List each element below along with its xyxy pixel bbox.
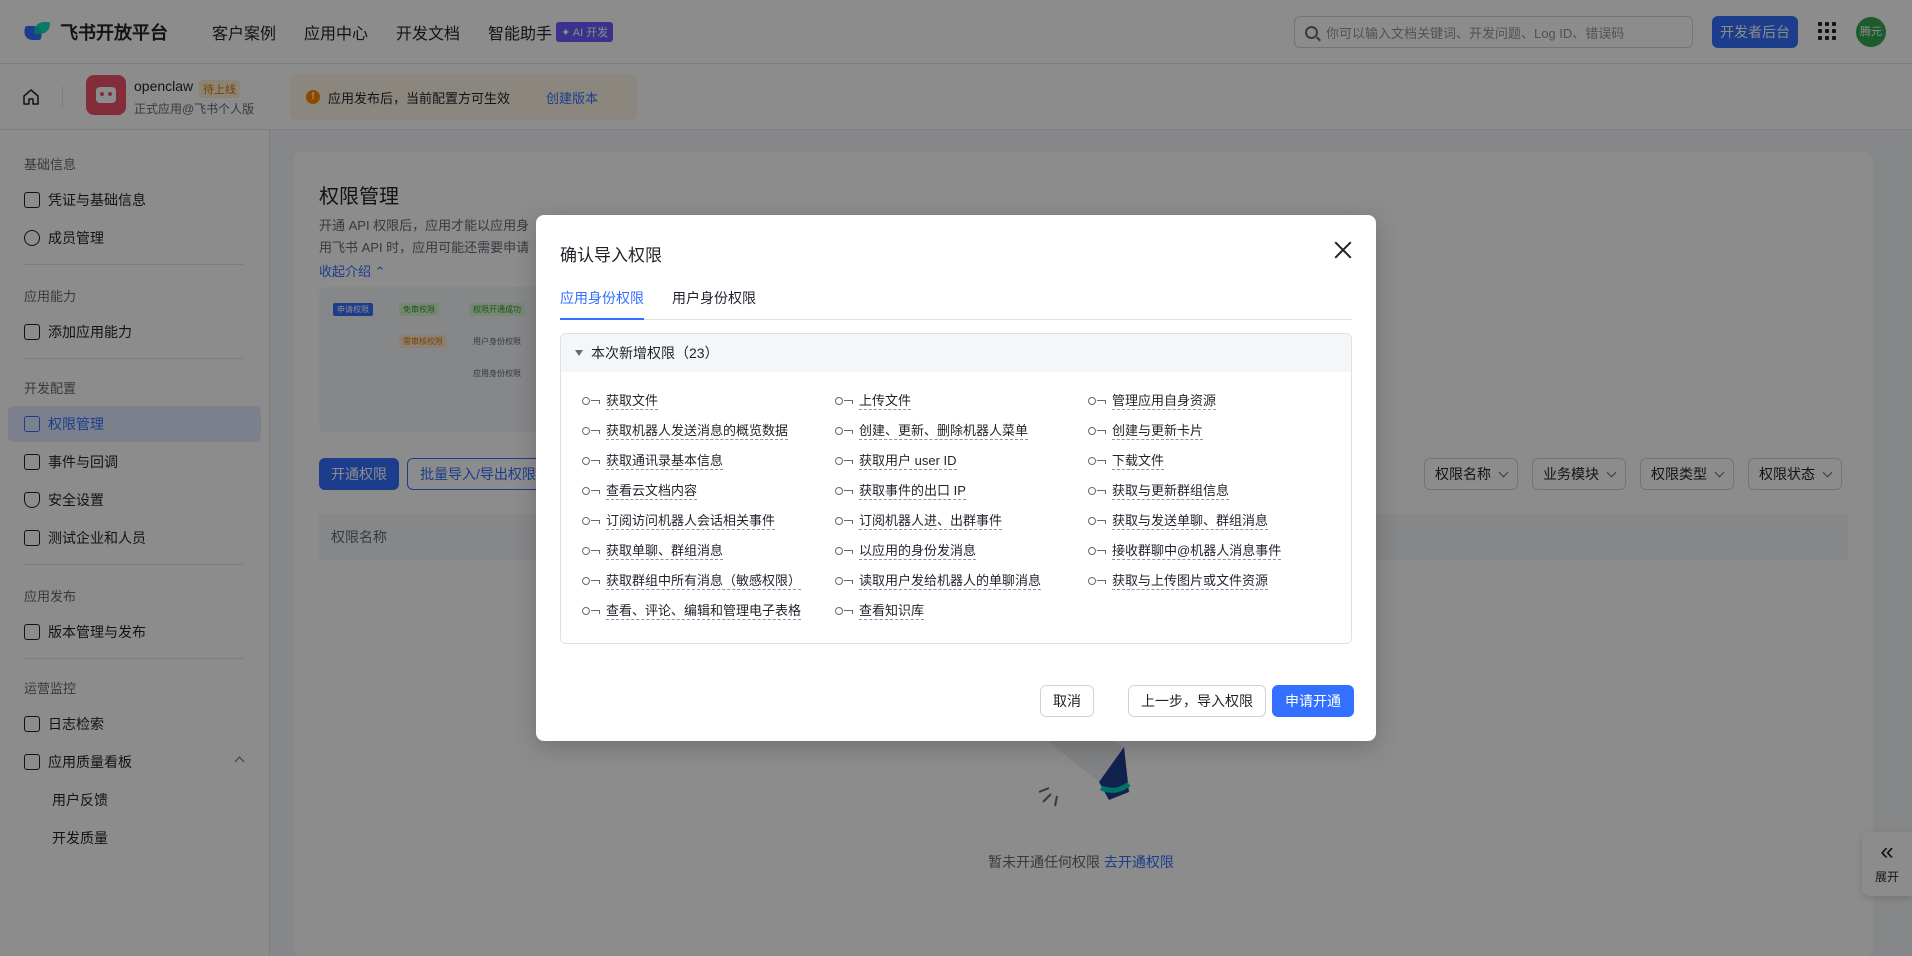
permission-label: 接收群聊中@机器人消息事件 [1112,542,1282,560]
permission-item[interactable]: 查看知识库 [835,602,1088,620]
key-icon [835,426,855,436]
key-icon [582,606,602,616]
permission-label: 下载文件 [1112,452,1165,470]
key-icon [835,396,855,406]
tab-app-identity[interactable]: 应用身份权限 [560,288,644,320]
permission-label: 订阅机器人进、出群事件 [859,512,1003,530]
permission-label: 获取群组中所有消息（敏感权限） [606,572,802,590]
permission-label: 订阅访问机器人会话相关事件 [606,512,776,530]
new-permissions-panel: 本次新增权限（23） 获取文件 上传文件 管理应用自身资源获取机器人发送消息的概览数… [560,333,1352,644]
permission-label: 获取机器人发送消息的概览数据 [606,422,789,440]
key-icon [1088,456,1108,466]
permission-label: 查看云文档内容 [606,482,698,500]
key-icon [1088,486,1108,496]
permission-item[interactable]: 读取用户发给机器人的单聊消息 [835,572,1088,590]
permission-label: 查看、评论、编辑和管理电子表格 [606,602,802,620]
permission-label: 上传文件 [859,392,912,410]
permission-label: 获取文件 [606,392,659,410]
permission-item[interactable]: 查看云文档内容 [582,482,835,500]
permission-item[interactable]: 获取单聊、群组消息 [582,542,835,560]
tab-user-identity[interactable]: 用户身份权限 [672,288,756,320]
cancel-button[interactable]: 取消 [1040,685,1094,717]
permission-tabs: 应用身份权限 用户身份权限 [560,288,1352,320]
permission-item[interactable]: 获取群组中所有消息（敏感权限） [582,572,835,590]
permission-item[interactable]: 获取与上传图片或文件资源 [1088,572,1341,590]
key-icon [582,396,602,406]
permission-label: 读取用户发给机器人的单聊消息 [859,572,1042,590]
permission-item[interactable]: 获取用户 user ID [835,452,1088,470]
apply-button[interactable]: 申请开通 [1272,685,1354,717]
permission-item[interactable]: 上传文件 [835,392,1088,410]
permission-label: 管理应用自身资源 [1112,392,1217,410]
key-icon [1088,576,1108,586]
key-icon [835,486,855,496]
permission-item[interactable]: 订阅机器人进、出群事件 [835,512,1088,530]
key-icon [582,516,602,526]
permission-label: 创建与更新卡片 [1112,422,1204,440]
permission-item[interactable]: 查看、评论、编辑和管理电子表格 [582,602,835,620]
permission-item[interactable]: 获取与更新群组信息 [1088,482,1341,500]
key-icon [1088,426,1108,436]
permission-item[interactable]: 订阅访问机器人会话相关事件 [582,512,835,530]
permission-label: 获取单聊、群组消息 [606,542,724,560]
permission-item[interactable]: 以应用的身份发消息 [835,542,1088,560]
dialog-title: 确认导入权限 [560,246,662,265]
key-icon [582,426,602,436]
permission-item[interactable]: 获取文件 [582,392,835,410]
key-icon [835,576,855,586]
permission-label: 获取事件的出口 IP [859,482,966,500]
permission-label: 获取通讯录基本信息 [606,452,724,470]
confirm-import-dialog: 确认导入权限 应用身份权限 用户身份权限 本次新增权限（23） 获取文件 上传文件… [536,215,1376,741]
permission-item[interactable]: 创建、更新、删除机器人菜单 [835,422,1088,440]
key-icon [835,516,855,526]
caret-down-icon [575,350,583,356]
key-icon [582,576,602,586]
permission-label: 以应用的身份发消息 [859,542,977,560]
close-icon[interactable] [1334,241,1352,259]
key-icon [1088,396,1108,406]
permission-item[interactable]: 接收群聊中@机器人消息事件 [1088,542,1341,560]
collapse-header[interactable]: 本次新增权限（23） [561,334,1351,372]
key-icon [1088,546,1108,556]
permission-label: 获取与上传图片或文件资源 [1112,572,1269,590]
permission-item[interactable]: 获取机器人发送消息的概览数据 [582,422,835,440]
key-icon [835,456,855,466]
permission-item[interactable]: 获取与发送单聊、群组消息 [1088,512,1341,530]
permission-label: 获取与发送单聊、群组消息 [1112,512,1269,530]
key-icon [1088,516,1108,526]
section-title: 本次新增权限（23） [591,345,719,361]
prev-import-button[interactable]: 上一步，导入权限 [1128,685,1266,717]
permission-item[interactable]: 管理应用自身资源 [1088,392,1341,410]
permission-label: 获取与更新群组信息 [1112,482,1230,500]
key-icon [582,546,602,556]
permission-item[interactable]: 获取事件的出口 IP [835,482,1088,500]
permission-item[interactable]: 获取通讯录基本信息 [582,452,835,470]
key-icon [835,546,855,556]
permission-item[interactable]: 创建与更新卡片 [1088,422,1341,440]
permission-list: 获取文件 上传文件 管理应用自身资源获取机器人发送消息的概览数据 创建、更新、删除机器… [582,392,1341,620]
key-icon [835,606,855,616]
permission-label: 获取用户 user ID [859,452,957,470]
key-icon [582,456,602,466]
permission-label: 创建、更新、删除机器人菜单 [859,422,1029,440]
key-icon [582,486,602,496]
permission-item[interactable]: 下载文件 [1088,452,1341,470]
permission-label: 查看知识库 [859,602,925,620]
